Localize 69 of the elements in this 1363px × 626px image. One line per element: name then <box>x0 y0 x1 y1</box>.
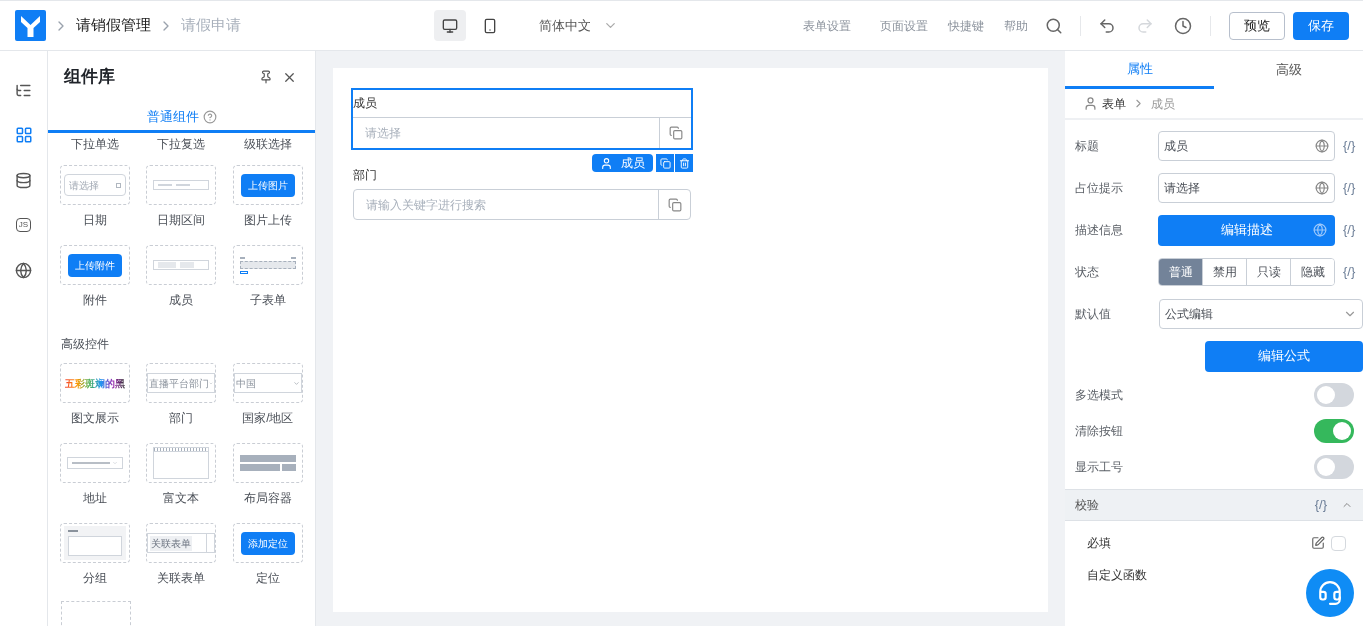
component-preview[interactable]: 上传附件 <box>60 245 131 285</box>
edit-button[interactable]: 编辑公式 <box>1204 340 1363 372</box>
field-label: 部门 <box>353 167 378 184</box>
select-field[interactable]: 公式编辑 <box>1158 299 1363 329</box>
component-label[interactable]: 国家/地区 <box>242 410 294 426</box>
component-label[interactable]: 部门 <box>169 410 194 426</box>
property-label: 占位提示 <box>1075 180 1124 197</box>
preview-button[interactable]: 预览 <box>1229 11 1285 40</box>
property-label: 标题 <box>1075 138 1100 155</box>
language-select[interactable]: 简体中文 <box>539 15 618 36</box>
property-label: 多选模式 <box>1075 387 1124 404</box>
component-label[interactable]: 下拉单选 <box>52 135 139 153</box>
component-label[interactable]: 关联表单 <box>157 570 206 586</box>
component-label[interactable]: 地址 <box>83 490 108 506</box>
state-option[interactable]: 普通 <box>1159 259 1203 285</box>
property-tab[interactable]: 属性 <box>1065 51 1214 89</box>
breadcrumb-link[interactable]: 请销假管理 <box>76 14 151 37</box>
component-label[interactable]: 布局容器 <box>243 490 292 506</box>
component-label[interactable]: 级联选择 <box>224 135 311 153</box>
text-field[interactable]: 成员 <box>1158 131 1336 161</box>
rule-label: 自定义函数 <box>1087 567 1147 584</box>
section-title: 高级控件 <box>60 336 110 353</box>
expression-icon[interactable]: {/} <box>1335 136 1363 156</box>
library-tab[interactable]: 普通组件 <box>146 106 217 127</box>
section-header[interactable]: 校验 {/} <box>1065 489 1363 521</box>
upload-button-preview: 添加定位 <box>240 531 295 555</box>
component-label[interactable]: 日期区间 <box>157 212 206 228</box>
property-label: 默认值 <box>1075 306 1112 323</box>
text-field[interactable]: 请选择 <box>1158 173 1336 203</box>
property-label: 显示工号 <box>1075 459 1124 476</box>
panel-title: 组件库 <box>64 66 115 89</box>
link-form-preview: 关联表单 <box>147 533 216 553</box>
expression-icon[interactable]: {/} <box>1335 178 1363 198</box>
property-label: 清除按钮 <box>1075 423 1124 440</box>
component-label[interactable]: 下拉复选 <box>138 135 225 153</box>
upload-button-preview: 上传图片 <box>240 173 295 197</box>
component-label[interactable]: 图文展示 <box>71 410 120 426</box>
rule-label: 必填 <box>1087 535 1111 552</box>
component-label[interactable]: 定位 <box>255 570 280 586</box>
edit-button[interactable]: 编辑描述 <box>1158 214 1336 246</box>
property-tab[interactable]: 高级 <box>1214 51 1363 89</box>
component-label[interactable]: 附件 <box>83 292 108 308</box>
selected-field-badge: 成员 <box>592 154 653 172</box>
component-label[interactable]: 成员 <box>169 292 194 308</box>
component-label[interactable]: 日期 <box>83 212 108 228</box>
field-label: 成员 <box>353 95 378 112</box>
path-label: 成员 <box>1151 95 1175 113</box>
component-label[interactable]: 分组 <box>83 570 108 586</box>
select-preview: 直播平台部门 <box>147 373 216 393</box>
upload-button-preview: 上传附件 <box>68 253 123 277</box>
component-preview[interactable]: 添加定位 <box>232 523 303 563</box>
state-option[interactable]: 隐藏 <box>1290 259 1335 285</box>
path-label[interactable]: 表单 <box>1102 94 1126 113</box>
expression-icon[interactable]: {/} <box>1335 262 1363 282</box>
js-icon: JS <box>15 218 32 232</box>
select-preview: 中国 <box>233 373 302 393</box>
save-button[interactable]: 保存 <box>1293 11 1349 40</box>
property-label: 描述信息 <box>1075 222 1124 239</box>
component-preview[interactable]: 关联表单 <box>146 523 217 563</box>
component-label[interactable]: 富文本 <box>163 490 200 506</box>
rail-button[interactable]: JS <box>11 213 36 237</box>
component-label[interactable]: 子表单 <box>249 292 286 308</box>
expression-icon[interactable]: {/} <box>1335 220 1363 240</box>
form-field[interactable]: 成员 请选择 <box>351 88 693 150</box>
component-preview[interactable]: 上传图片 <box>232 165 303 205</box>
component-label[interactable]: 图片上传 <box>243 212 292 228</box>
rainbow-text: 五彩斑斓的黑 <box>65 375 126 391</box>
date-preview: 请选择 <box>64 174 127 196</box>
property-label: 状态 <box>1075 264 1100 281</box>
